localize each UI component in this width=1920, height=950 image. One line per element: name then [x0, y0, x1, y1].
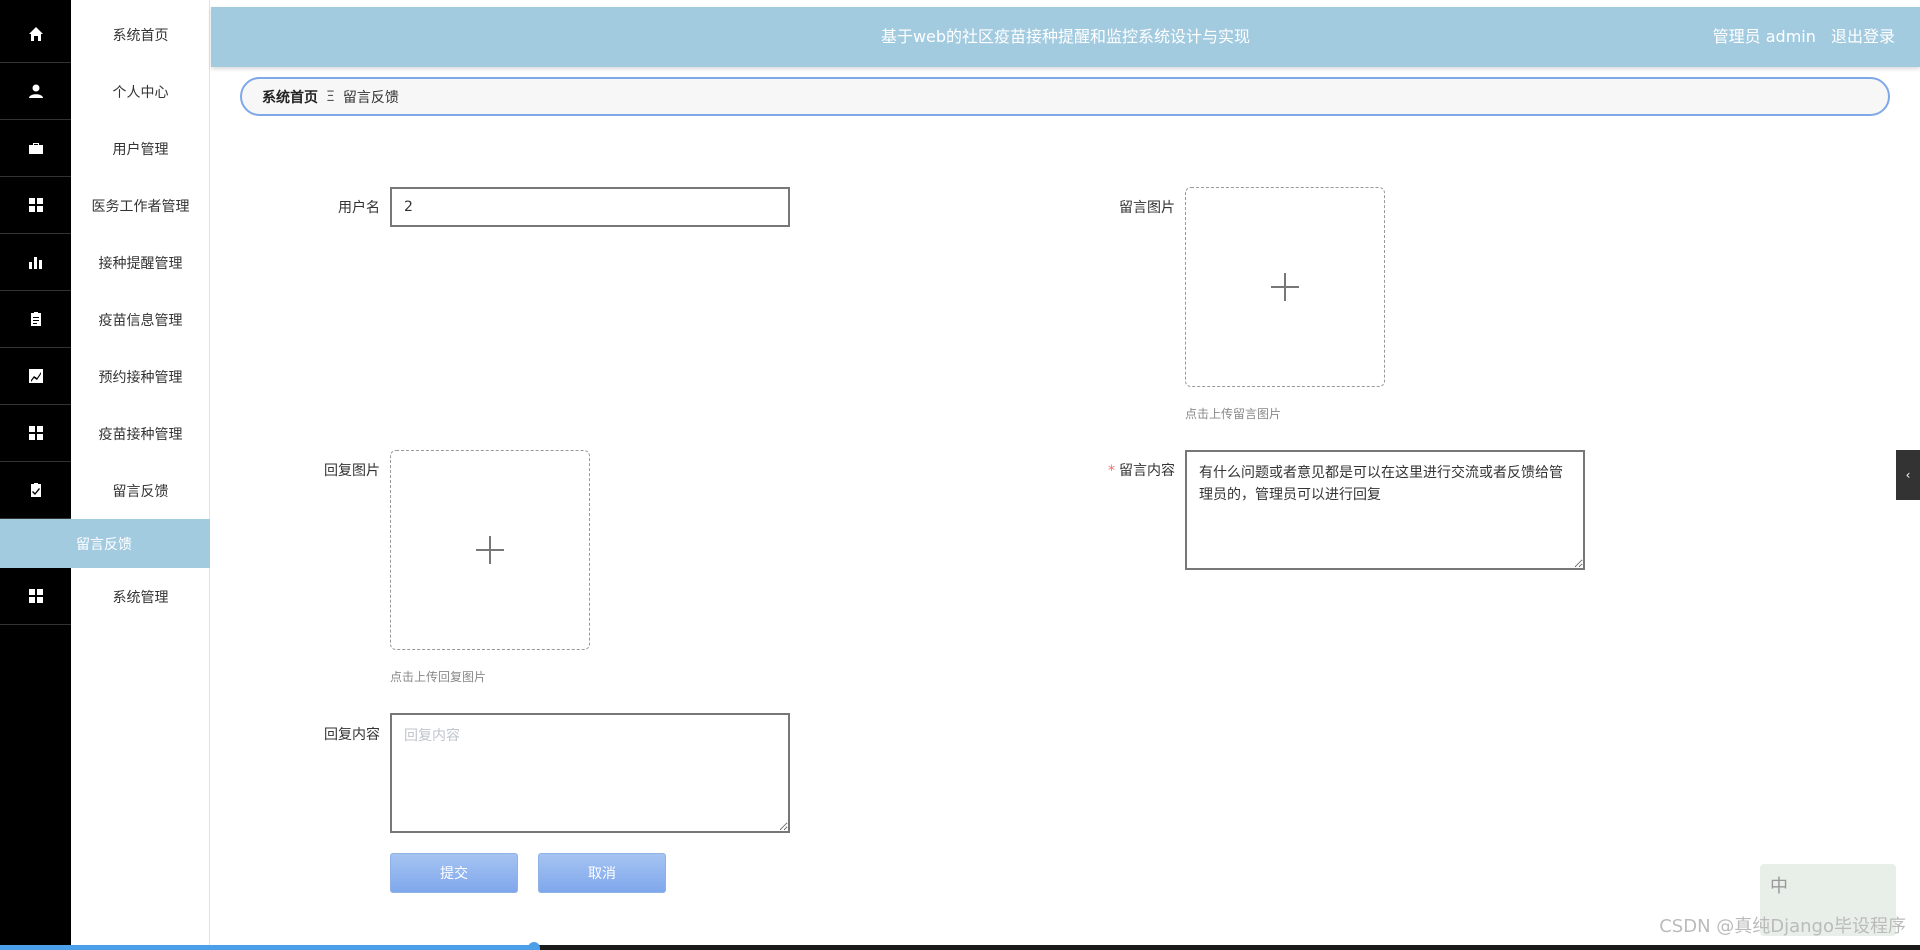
- sidebar-item-medical-workers[interactable]: 医务工作者管理: [71, 177, 210, 234]
- sidebar-item-system[interactable]: 系统管理: [71, 568, 210, 625]
- bar-chart-icon[interactable]: [0, 234, 71, 291]
- sidebar-item-vaccine-info[interactable]: 疫苗信息管理: [71, 291, 210, 348]
- message-content-label: * 留言内容: [1095, 460, 1175, 480]
- scroll-knob[interactable]: [528, 942, 540, 950]
- grid-icon[interactable]: [0, 405, 71, 462]
- sidebar-item-profile[interactable]: 个人中心: [71, 63, 210, 120]
- sidebar-item-feedback[interactable]: 留言反馈: [71, 462, 210, 519]
- top-header: 基于web的社区疫苗接种提醒和监控系统设计与实现 管理员 admin 退出登录: [211, 7, 1920, 67]
- clipboard-icon[interactable]: [0, 291, 71, 348]
- app-title: 基于web的社区疫苗接种提醒和监控系统设计与实现: [880, 27, 1251, 46]
- sidebar-subitem-feedback[interactable]: 留言反馈: [0, 519, 210, 568]
- message-content-textarea[interactable]: 有什么问题或者意见都是可以在这里进行交流或者反馈给管理员的，管理员可以进行回复: [1185, 450, 1585, 570]
- sidebar-item-home[interactable]: 系统首页: [71, 6, 210, 63]
- plus-icon: [1271, 273, 1299, 301]
- message-image-label: 留言图片: [1119, 200, 1175, 216]
- reply-content-label: 回复内容: [324, 727, 380, 743]
- message-content-label-text: 留言内容: [1119, 463, 1175, 479]
- reply-image-tip: 点击上传回复图片: [390, 670, 487, 684]
- breadcrumb: 系统首页 Ξ 留言反馈: [240, 77, 1890, 116]
- breadcrumb-current: 留言反馈: [342, 89, 399, 106]
- sidebar-item-appointments[interactable]: 预约接种管理: [71, 348, 210, 405]
- watermark: CSDN @真纯Django毕设程序: [1659, 916, 1906, 937]
- reply-image-label: 回复图片: [324, 463, 380, 479]
- breadcrumb-home[interactable]: 系统首页: [262, 87, 318, 107]
- sidebar-item-vaccinations[interactable]: 疫苗接种管理: [71, 405, 210, 462]
- username-input[interactable]: [390, 187, 790, 227]
- user-icon[interactable]: [0, 63, 71, 120]
- home-icon[interactable]: [0, 6, 71, 63]
- sidebar-menu: 系统首页 个人中心 用户管理 医务工作者管理 接种提醒管理 疫苗信息管理 预约接…: [0, 0, 210, 950]
- sidebar-icon-strip: [0, 0, 71, 950]
- bottom-progress: [0, 945, 534, 950]
- message-image-upload[interactable]: [1185, 187, 1385, 387]
- briefcase-icon[interactable]: [0, 120, 71, 177]
- plus-icon: [476, 536, 504, 564]
- reply-content-textarea[interactable]: [390, 713, 790, 833]
- user-role: 管理员 admin: [1712, 27, 1816, 46]
- grid-icon[interactable]: [0, 177, 71, 234]
- user-info: 管理员 admin 退出登录: [1703, 7, 1895, 67]
- logout-link[interactable]: 退出登录: [1831, 27, 1895, 46]
- breadcrumb-separator-icon: Ξ: [326, 88, 335, 105]
- sidebar-item-reminders[interactable]: 接种提醒管理: [71, 234, 210, 291]
- clipboard-check-icon[interactable]: [0, 462, 71, 519]
- side-collapse-tab[interactable]: ‹: [1896, 450, 1920, 500]
- cancel-button[interactable]: 取消: [538, 853, 666, 893]
- line-chart-icon[interactable]: [0, 348, 71, 405]
- submit-button[interactable]: 提交: [390, 853, 518, 893]
- ime-indicator: 中: [1770, 876, 1788, 897]
- grid-icon[interactable]: [0, 568, 71, 625]
- sidebar-item-users[interactable]: 用户管理: [71, 120, 210, 177]
- required-mark: *: [1108, 463, 1115, 479]
- reply-image-upload[interactable]: [390, 450, 590, 650]
- message-image-tip: 点击上传留言图片: [1185, 407, 1282, 421]
- username-label: 用户名: [338, 200, 380, 216]
